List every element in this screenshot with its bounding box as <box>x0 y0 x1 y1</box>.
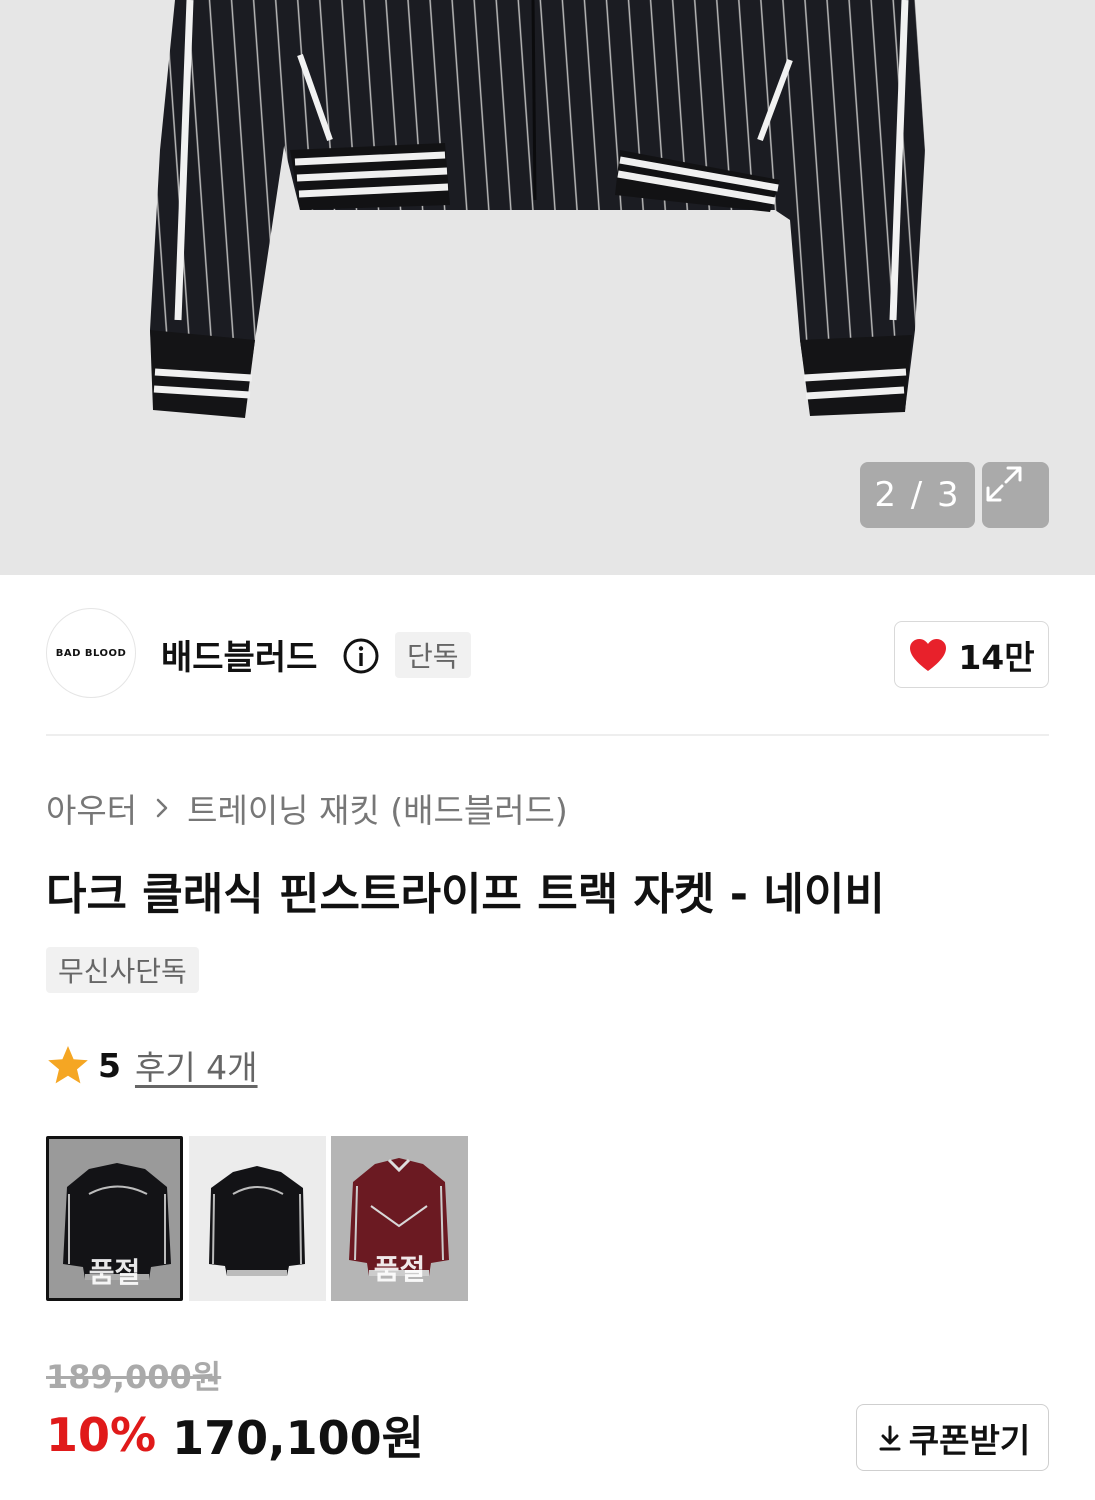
divider <box>46 734 1049 736</box>
brand-name[interactable]: 배드블러드 <box>161 630 317 679</box>
heart-icon <box>910 638 947 671</box>
variant-thumbnail[interactable]: 품절 <box>331 1136 468 1301</box>
expand-icon <box>986 466 1022 502</box>
product-image[interactable]: 2 / 3 <box>0 0 1095 575</box>
breadcrumb-subcategory[interactable]: 트레이닝 재킷 (배드블러드) <box>187 784 568 832</box>
discount-rate: 10% <box>46 1408 157 1462</box>
sale-price: 170,100원 <box>172 1411 424 1465</box>
brand-logo-text: BAD BLOOD <box>55 647 127 659</box>
brand-logo[interactable]: BAD BLOOD <box>46 608 136 698</box>
breadcrumb: 아우터 트레이닝 재킷 (배드블러드) <box>46 785 568 831</box>
thumbnail-image <box>189 1136 326 1301</box>
star-icon <box>48 1046 88 1084</box>
download-icon <box>879 1425 901 1450</box>
info-icon[interactable] <box>342 637 380 675</box>
exclusive-tag: 단독 <box>395 632 471 678</box>
variant-thumbnail[interactable] <box>189 1136 326 1301</box>
variant-thumbnail[interactable]: 품절 <box>46 1136 183 1301</box>
rating: 5 후기 4개 <box>46 1040 258 1090</box>
breadcrumb-category[interactable]: 아우터 <box>46 784 137 832</box>
price-row: 10% 170,100원 <box>46 1405 424 1465</box>
coupon-label: 쿠폰받기 <box>908 1420 1031 1460</box>
coupon-button[interactable]: 쿠폰받기 <box>856 1404 1049 1471</box>
review-link[interactable]: 후기 4개 <box>135 1041 258 1089</box>
expand-button[interactable] <box>982 462 1049 528</box>
soldout-label: 품절 <box>373 1253 426 1286</box>
soldout-label: 품절 <box>88 1256 141 1289</box>
product-title: 다크 클래식 핀스트라이프 트랙 자켓 - 네이비 <box>46 869 885 920</box>
like-count: 14만 <box>958 637 1035 677</box>
chevron-right-icon <box>156 798 168 818</box>
exclusive-badge: 무신사단독 <box>46 947 199 993</box>
image-counter: 2 / 3 <box>860 462 975 528</box>
brand-row: BAD BLOOD 배드블러드 단독 14만 <box>46 608 1049 700</box>
rating-score: 5 <box>98 1045 121 1085</box>
like-button[interactable]: 14만 <box>894 621 1049 688</box>
original-price: 189,000원 <box>46 1358 222 1396</box>
